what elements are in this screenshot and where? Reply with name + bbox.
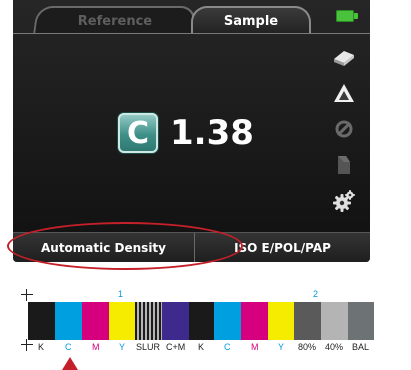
- density-reading: C 1.38: [118, 112, 254, 154]
- strip-patch-3: [82, 302, 109, 340]
- group-numbers: 1 2: [0, 288, 411, 302]
- strip-label-8: C: [224, 342, 231, 352]
- strip-label-5: SLUR: [136, 342, 161, 352]
- group-number-2: 2: [313, 289, 319, 299]
- strip-patch-11: [294, 302, 321, 340]
- strip-patch-2: [55, 302, 82, 340]
- strip-label-9: M: [251, 342, 259, 352]
- strip-patch-13: [348, 302, 374, 340]
- strip-label-4: Y: [119, 342, 126, 352]
- strip-patch-7: [189, 302, 214, 340]
- tab-bar: Reference Sample: [13, 0, 370, 34]
- strip-label-13: BAL: [352, 342, 370, 352]
- tab-sample[interactable]: Sample: [191, 6, 311, 34]
- strip-patch-8: [214, 302, 241, 340]
- tab-divider: [13, 33, 370, 34]
- tab-reference-label: Reference: [77, 13, 153, 29]
- triangle-icon[interactable]: [331, 80, 357, 106]
- strip-label-11: 80%: [298, 342, 317, 352]
- strip-patch-10: [268, 302, 294, 340]
- battery-full-icon: [336, 10, 358, 22]
- group-number-1: 1: [118, 289, 124, 299]
- printer-icon[interactable]: [331, 44, 357, 70]
- registration-mark-top: [21, 289, 33, 301]
- gear-icon[interactable]: [331, 188, 357, 214]
- selected-patch-marker: [62, 357, 78, 370]
- strip-label-10: Y: [278, 342, 285, 352]
- patch-labels: K C M Y SLUR C+M K C M Y 80% 40% BAL: [0, 342, 411, 354]
- strip-label-7: K: [198, 342, 205, 352]
- device-screen: Reference Sample C 1.38 Automatic Densit…: [13, 0, 370, 262]
- strip-label-6: C+M: [166, 342, 186, 352]
- strip-label-2: C: [65, 342, 72, 352]
- no-filter-icon: [331, 116, 357, 142]
- strip-label-12: 40%: [325, 342, 344, 352]
- strip-patch-5: [135, 302, 162, 340]
- strip-patch-6: [162, 302, 189, 340]
- highlight-ellipse: [7, 222, 243, 270]
- strip-patch-9: [241, 302, 268, 340]
- tab-sample-label: Sample: [223, 13, 279, 29]
- tab-reference[interactable]: Reference: [33, 6, 197, 34]
- strip-label-1: K: [38, 342, 45, 352]
- control-strip: [28, 302, 374, 340]
- strip-label-3: M: [92, 342, 100, 352]
- density-value: 1.38: [170, 113, 254, 153]
- strip-patch-4: [109, 302, 135, 340]
- channel-badge: C: [118, 113, 158, 153]
- strip-patch-12: [321, 302, 348, 340]
- stack-icon: [331, 152, 357, 178]
- strip-patch-1: [28, 302, 55, 340]
